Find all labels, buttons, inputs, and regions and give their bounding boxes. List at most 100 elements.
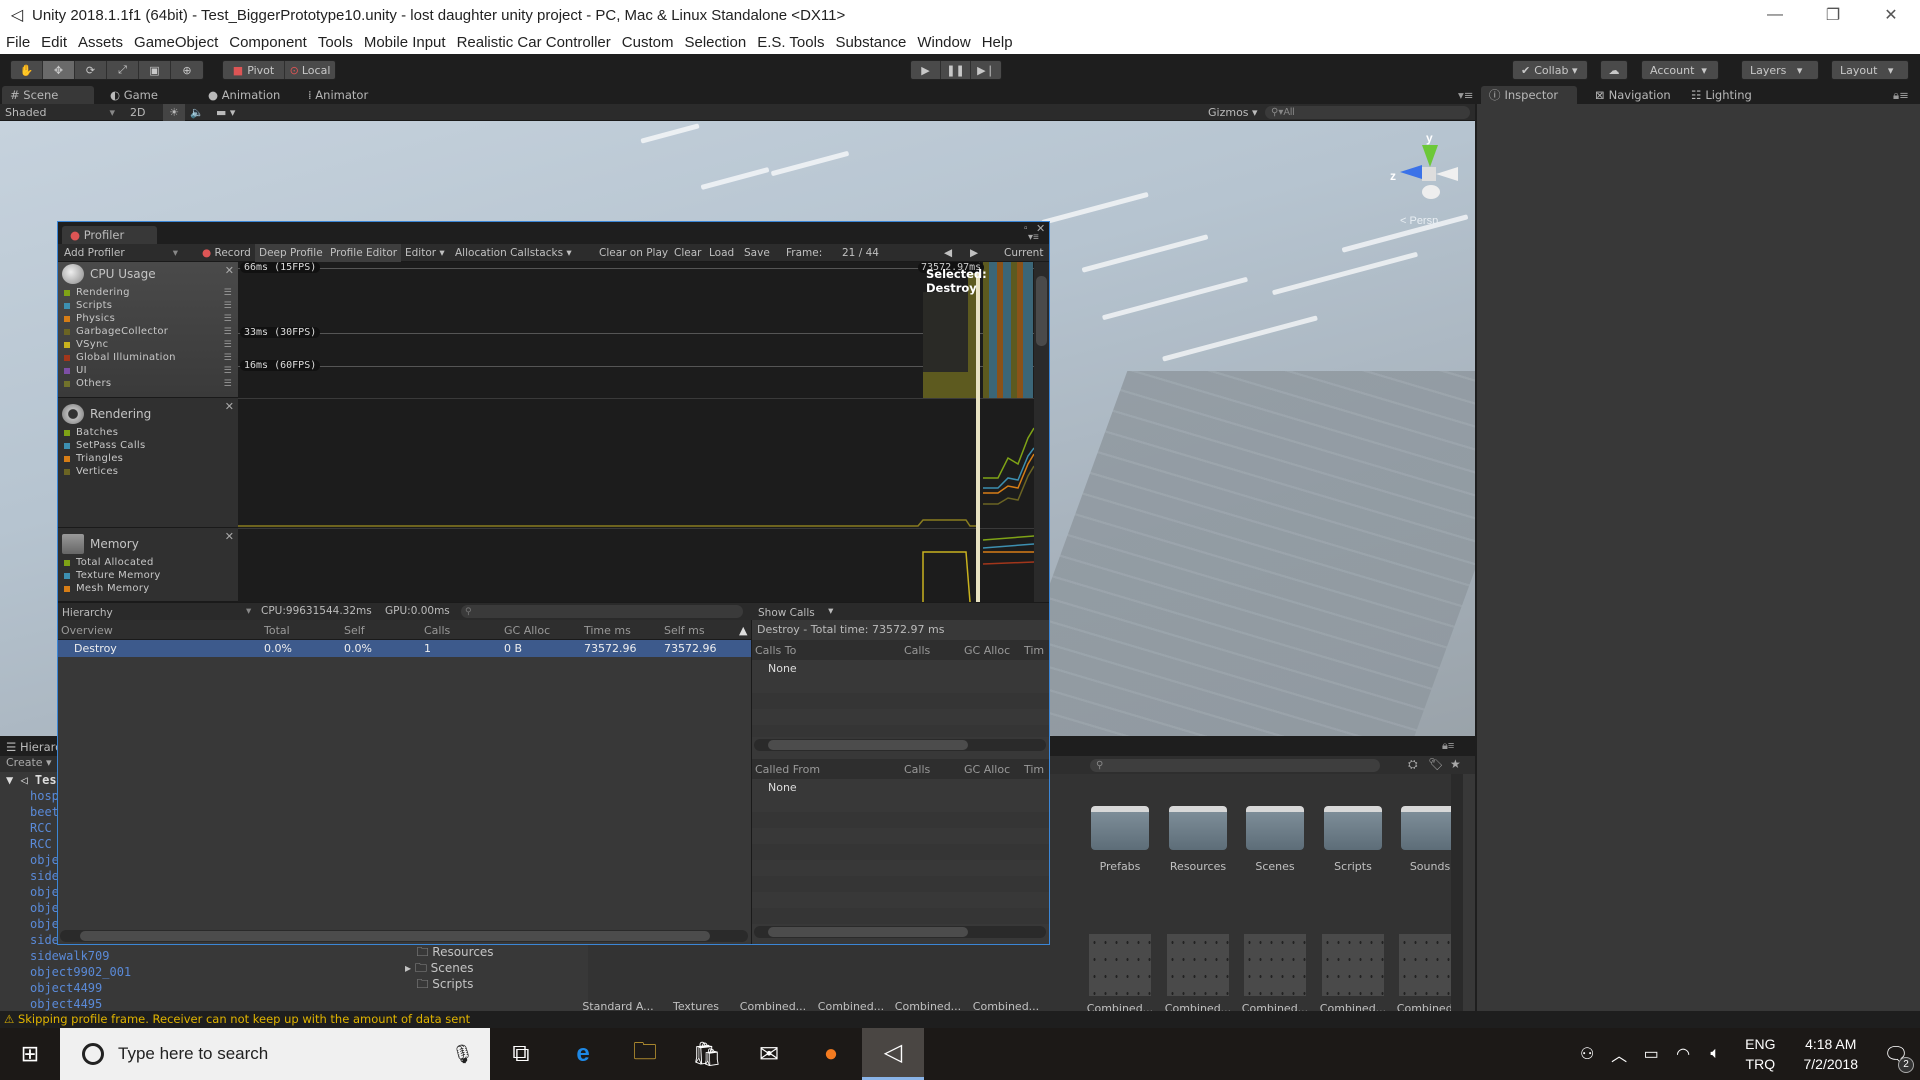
asset-folder[interactable]: Scripts: [1313, 806, 1393, 873]
tab-navigation[interactable]: ⊠ Navigation: [1587, 86, 1679, 104]
tab-animation[interactable]: ● Animation: [200, 86, 288, 104]
scrollbar-thumb[interactable]: [768, 740, 968, 750]
rotate-tool-icon[interactable]: ⟳: [75, 61, 107, 79]
legend-item[interactable]: Scripts ☰: [58, 299, 238, 312]
column-calls[interactable]: Calls: [904, 644, 930, 657]
asset-folder[interactable]: Resources: [1158, 806, 1238, 873]
local-button[interactable]: ⊙ Local: [285, 61, 335, 79]
allocation-callstacks-dropdown[interactable]: Allocation Callstacks ▾: [451, 244, 576, 262]
column-calls[interactable]: Calls: [424, 624, 450, 637]
tree-folder[interactable]: 🗀 Scripts: [370, 976, 580, 992]
hierarchy-item[interactable]: object9902_001: [0, 964, 370, 980]
column-self-ms[interactable]: Self ms: [664, 624, 705, 637]
filter-label-icon[interactable]: 🏷︎: [1428, 757, 1443, 771]
tree-folder[interactable]: ▸ 🗀 Scenes: [370, 960, 580, 976]
lock-icon[interactable]: 🔒︎≡: [1885, 86, 1917, 104]
module-memory[interactable]: Memory ✕ Total Allocated Texture Memory …: [58, 528, 238, 602]
microphone-icon[interactable]: 🎙︎: [451, 1044, 474, 1065]
column-gc-alloc[interactable]: GC Alloc: [504, 624, 550, 637]
move-tool-icon[interactable]: ✥: [43, 61, 75, 79]
store-icon[interactable]: 🛍︎: [676, 1028, 738, 1080]
clear-button[interactable]: Clear: [670, 244, 705, 262]
legend-item[interactable]: GarbageCollector ☰: [58, 325, 238, 338]
mail-icon[interactable]: ✉: [738, 1028, 800, 1080]
show-hidden-icons[interactable]: ︿: [1603, 1042, 1635, 1066]
load-button[interactable]: Load: [705, 244, 738, 262]
view-mode-chevron-icon[interactable]: ▾: [246, 605, 251, 617]
legend-item[interactable]: SetPass Calls: [58, 439, 238, 452]
action-center-icon[interactable]: 🗨︎ 2: [1872, 1042, 1920, 1073]
project-lock-icon[interactable]: 🔒︎≡: [1442, 740, 1454, 753]
calls-to-scrollbar[interactable]: [754, 739, 1046, 751]
hierarchy-item[interactable]: object4495: [0, 996, 370, 1012]
edge-icon[interactable]: e: [552, 1028, 614, 1080]
people-icon[interactable]: ⚇: [1571, 1044, 1603, 1064]
module-rendering[interactable]: Rendering ✕ Batches SetPass Calls Triang…: [58, 398, 238, 528]
start-button[interactable]: ⊞: [0, 1028, 60, 1080]
menu-custom[interactable]: Custom: [622, 34, 674, 51]
tab-game[interactable]: ◐ Game: [102, 86, 166, 104]
menu-window[interactable]: Window: [917, 34, 970, 51]
table-row[interactable]: Destroy 0.0% 0.0% 1 0 B 73572.96 73572.9…: [58, 640, 751, 657]
drag-handle-icon[interactable]: ☰: [224, 366, 232, 376]
profiler-graph-area[interactable]: 66ms (15FPS) 33ms (30FPS) 16ms (60FPS) 7…: [238, 262, 1034, 602]
legend-item[interactable]: Batches: [58, 426, 238, 439]
drag-handle-icon[interactable]: ☰: [224, 353, 232, 363]
asset-texture[interactable]: Combined...: [1235, 934, 1315, 1015]
gizmos-dropdown[interactable]: Gizmos ▾: [1208, 104, 1258, 121]
show-calls-dropdown[interactable]: Show Calls ▾: [758, 605, 833, 619]
legend-item[interactable]: Global Illumination ☰: [58, 351, 238, 364]
column-gc-alloc[interactable]: GC Alloc: [964, 644, 1010, 657]
step-button[interactable]: ▶❘: [971, 61, 1001, 79]
add-profiler-dropdown[interactable]: Add Profiler ▾: [60, 244, 180, 262]
column-called-from[interactable]: Called From: [755, 763, 820, 776]
scrollbar-thumb[interactable]: [768, 927, 968, 937]
editor-target-dropdown[interactable]: Editor ▾: [401, 244, 449, 262]
column-calls[interactable]: Calls: [904, 763, 930, 776]
drag-handle-icon[interactable]: ☰: [224, 288, 232, 298]
tab-profiler[interactable]: ● Profiler: [62, 226, 157, 244]
cloud-button[interactable]: ☁: [1600, 60, 1628, 80]
battery-icon[interactable]: ▭: [1635, 1044, 1667, 1064]
menu-edit[interactable]: Edit: [41, 34, 67, 51]
scale-tool-icon[interactable]: ⤢: [107, 61, 139, 79]
taskbar-search[interactable]: Type here to search 🎙︎: [60, 1028, 490, 1080]
orientation-gizmo[interactable]: y z: [1390, 131, 1470, 221]
file-explorer-icon[interactable]: 🗀: [614, 1028, 676, 1080]
tab-animator[interactable]: ⁞ Animator: [300, 86, 376, 104]
tab-scene[interactable]: # Scene: [2, 86, 94, 104]
legend-item[interactable]: UI ☰: [58, 364, 238, 377]
column-total[interactable]: Total: [264, 624, 290, 637]
close-module-icon[interactable]: ✕: [225, 400, 234, 413]
wifi-icon[interactable]: ◠: [1667, 1044, 1699, 1064]
menu-selection[interactable]: Selection: [684, 34, 746, 51]
table-horizontal-scrollbar[interactable]: [60, 930, 748, 942]
menu-mobile-input[interactable]: Mobile Input: [364, 34, 446, 51]
minimize-button[interactable]: —: [1746, 0, 1804, 30]
hierarchy-item[interactable]: object4499: [0, 980, 370, 996]
profile-editor-toggle[interactable]: Profile Editor: [326, 244, 402, 262]
volume-icon[interactable]: 🔈︎: [1699, 1045, 1731, 1063]
favorite-star-icon[interactable]: ★: [1450, 757, 1461, 771]
deep-profile-toggle[interactable]: Deep Profile: [255, 244, 327, 262]
next-frame-button[interactable]: ▶: [966, 244, 982, 262]
drag-handle-icon[interactable]: ☰: [224, 327, 232, 337]
tab-inspector[interactable]: ⓘ Inspector: [1481, 86, 1577, 104]
lighting-toggle-icon[interactable]: ☀: [163, 104, 185, 121]
tab-lighting[interactable]: ☷ Lighting: [1683, 86, 1760, 104]
module-cpu-usage[interactable]: CPU Usage ✕ Rendering ☰ Scripts ☰ Physics ☰…: [58, 262, 238, 398]
close-module-icon[interactable]: ✕: [225, 530, 234, 543]
column-time[interactable]: Tim: [1024, 644, 1044, 657]
persp-label[interactable]: < Persp: [1400, 215, 1438, 227]
clear-on-play-toggle[interactable]: Clear on Play: [595, 244, 672, 262]
menu-gameobject[interactable]: GameObject: [134, 34, 218, 51]
maximize-button[interactable]: ❐: [1804, 0, 1862, 30]
tree-folder[interactable]: 🗀 Resources: [370, 944, 580, 960]
current-frame-button[interactable]: Current: [1000, 244, 1047, 262]
hand-tool-icon[interactable]: ✋: [11, 61, 43, 79]
menu-es-tools[interactable]: E.S. Tools: [757, 34, 824, 51]
project-search-input[interactable]: ⚲: [1090, 759, 1380, 772]
rect-tool-icon[interactable]: ▣: [139, 61, 171, 79]
2d-toggle[interactable]: 2D: [130, 104, 145, 121]
close-button[interactable]: ✕: [1862, 0, 1920, 30]
